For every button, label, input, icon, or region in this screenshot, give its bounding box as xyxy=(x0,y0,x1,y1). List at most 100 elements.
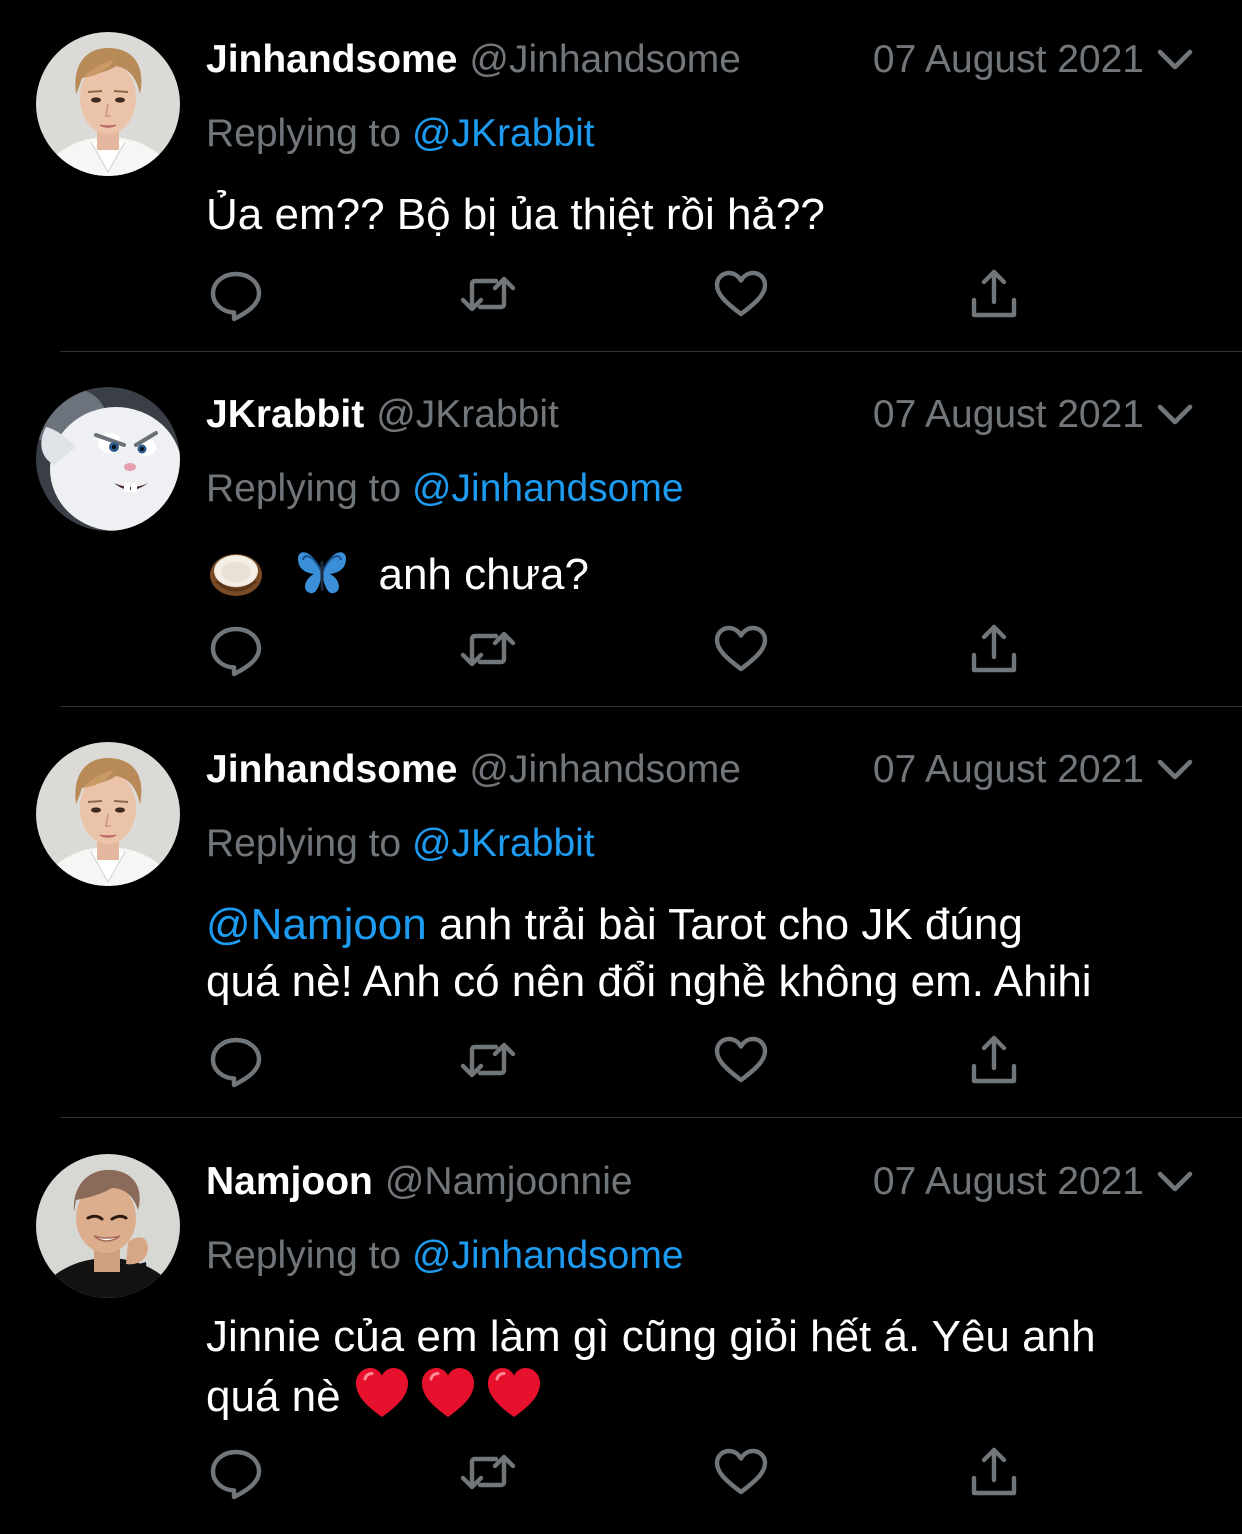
share-icon xyxy=(964,264,1024,324)
tweet-text-content: quá nè xyxy=(206,1372,353,1421)
share-button[interactable] xyxy=(964,1030,1024,1090)
like-button[interactable] xyxy=(711,264,771,324)
chevron-down-icon[interactable] xyxy=(1156,756,1194,784)
tweet-date: 07 August 2021 xyxy=(872,1160,1144,1203)
retweet-icon xyxy=(458,619,518,679)
like-button[interactable] xyxy=(711,1442,771,1502)
mention-link[interactable]: @Namjoon xyxy=(206,900,427,949)
action-bar xyxy=(206,264,1036,324)
retweet-icon xyxy=(458,1030,518,1090)
reply-button[interactable] xyxy=(206,619,266,679)
tweet[interactable]: JKrabbit @JKrabbit 07 August 2021 Replyin… xyxy=(0,355,1242,707)
red-heart-emoji xyxy=(353,1365,411,1421)
tweet-date: 07 August 2021 xyxy=(872,748,1144,791)
retweet-button[interactable] xyxy=(458,619,518,679)
replying-mention-link[interactable]: @JKrabbit xyxy=(412,112,595,155)
replying-to: Replying to @Jinhandsome xyxy=(206,465,684,513)
tweet-text: @Namjoon anh trải bài Tarot cho JK đúng … xyxy=(206,896,1216,1010)
tweet-date: 07 August 2021 xyxy=(872,393,1144,436)
tweet-header: JKrabbit @JKrabbit 07 August 2021 xyxy=(206,391,1196,441)
reply-button[interactable] xyxy=(206,1442,266,1502)
replying-label: Replying to xyxy=(206,1234,402,1277)
avatar-jin xyxy=(36,742,180,886)
tweet-date: 07 August 2021 xyxy=(872,38,1144,81)
handle[interactable]: @Jinhandsome xyxy=(469,38,741,81)
avatar-jin xyxy=(36,32,180,176)
chevron-down-icon[interactable] xyxy=(1156,1168,1194,1196)
replying-label: Replying to xyxy=(206,822,402,865)
avatar[interactable] xyxy=(36,1154,180,1298)
reply-icon xyxy=(206,1030,266,1090)
tweet-text-line: Jinnie của em làm gì cũng giỏi hết á. Yê… xyxy=(206,1312,1096,1361)
like-icon xyxy=(711,264,771,324)
display-name[interactable]: Namjoon xyxy=(206,1160,373,1203)
red-heart-emoji xyxy=(419,1365,477,1421)
avatar[interactable] xyxy=(36,387,180,531)
retweet-button[interactable] xyxy=(458,1030,518,1090)
display-name[interactable]: JKrabbit xyxy=(206,393,364,436)
share-icon xyxy=(964,619,1024,679)
share-button[interactable] xyxy=(964,264,1024,324)
chevron-down-icon[interactable] xyxy=(1156,401,1194,429)
avatar-rabbit xyxy=(36,387,180,531)
divider xyxy=(60,351,1242,352)
divider xyxy=(60,706,1242,707)
reply-button[interactable] xyxy=(206,264,266,324)
share-icon xyxy=(964,1442,1024,1502)
butterfly-emoji xyxy=(292,541,352,601)
coconut-emoji xyxy=(206,541,266,601)
tweet-header: Jinhandsome @Jinhandsome 07 August 2021 xyxy=(206,746,1196,796)
reply-button[interactable] xyxy=(206,1030,266,1090)
replying-to: Replying to @JKrabbit xyxy=(206,110,595,158)
retweet-icon xyxy=(458,264,518,324)
handle[interactable]: @Namjoonnie xyxy=(385,1160,633,1203)
retweet-icon xyxy=(458,1442,518,1502)
action-bar xyxy=(206,1030,1036,1090)
replying-mention-link[interactable]: @Jinhandsome xyxy=(412,467,684,510)
display-name[interactable]: Jinhandsome xyxy=(206,748,457,791)
avatar[interactable] xyxy=(36,742,180,886)
tweet-header: Jinhandsome @Jinhandsome 07 August 2021 xyxy=(206,36,1196,86)
tweet[interactable]: Jinhandsome @Jinhandsome 07 August 2021 R… xyxy=(0,710,1242,1118)
tweet-text-line: quá nè! Anh có nên đổi nghề không em. Ah… xyxy=(206,957,1092,1006)
tweet-text-content: anh trải bài Tarot cho JK đúng xyxy=(426,900,1023,949)
reply-icon xyxy=(206,1442,266,1502)
reply-icon xyxy=(206,619,266,679)
tweet[interactable]: Jinhandsome @Jinhandsome 07 August 2021 R… xyxy=(0,0,1242,352)
avatar-namjoon xyxy=(36,1154,180,1298)
chevron-down-icon[interactable] xyxy=(1156,46,1194,74)
tweet[interactable]: Namjoon @Namjoonnie 07 August 2021 Replyi… xyxy=(0,1122,1242,1534)
tweet-text: anh chưa? xyxy=(206,541,1216,603)
like-button[interactable] xyxy=(711,1030,771,1090)
share-icon xyxy=(964,1030,1024,1090)
like-icon xyxy=(711,619,771,679)
tweet-text-line: quá nè xyxy=(206,1365,1216,1425)
replying-mention-link[interactable]: @Jinhandsome xyxy=(412,1234,684,1277)
retweet-button[interactable] xyxy=(458,264,518,324)
replying-label: Replying to xyxy=(206,112,402,155)
display-name[interactable]: Jinhandsome xyxy=(206,38,457,81)
action-bar xyxy=(206,1442,1036,1502)
share-button[interactable] xyxy=(964,1442,1024,1502)
tweet-header: Namjoon @Namjoonnie 07 August 2021 xyxy=(206,1158,1196,1208)
tweet-text-line: @Namjoon anh trải bài Tarot cho JK đúng xyxy=(206,896,1216,953)
handle[interactable]: @JKrabbit xyxy=(376,393,559,436)
tweet-text: Ủa em?? Bộ bị ủa thiệt rồi hả?? xyxy=(206,190,825,239)
like-icon xyxy=(711,1442,771,1502)
divider xyxy=(60,1117,1242,1118)
handle[interactable]: @Jinhandsome xyxy=(469,748,741,791)
like-button[interactable] xyxy=(711,619,771,679)
reply-icon xyxy=(206,264,266,324)
tweet-text: Jinnie của em làm gì cũng giỏi hết á. Yê… xyxy=(206,1308,1216,1425)
share-button[interactable] xyxy=(964,619,1024,679)
tweet-text-content: anh chưa? xyxy=(378,550,589,599)
replying-to: Replying to @JKrabbit xyxy=(206,820,595,868)
replying-mention-link[interactable]: @JKrabbit xyxy=(412,822,595,865)
red-heart-emoji xyxy=(485,1365,543,1421)
like-icon xyxy=(711,1030,771,1090)
retweet-button[interactable] xyxy=(458,1442,518,1502)
avatar[interactable] xyxy=(36,32,180,176)
replying-to: Replying to @Jinhandsome xyxy=(206,1232,684,1280)
action-bar xyxy=(206,619,1036,679)
replying-label: Replying to xyxy=(206,467,402,510)
